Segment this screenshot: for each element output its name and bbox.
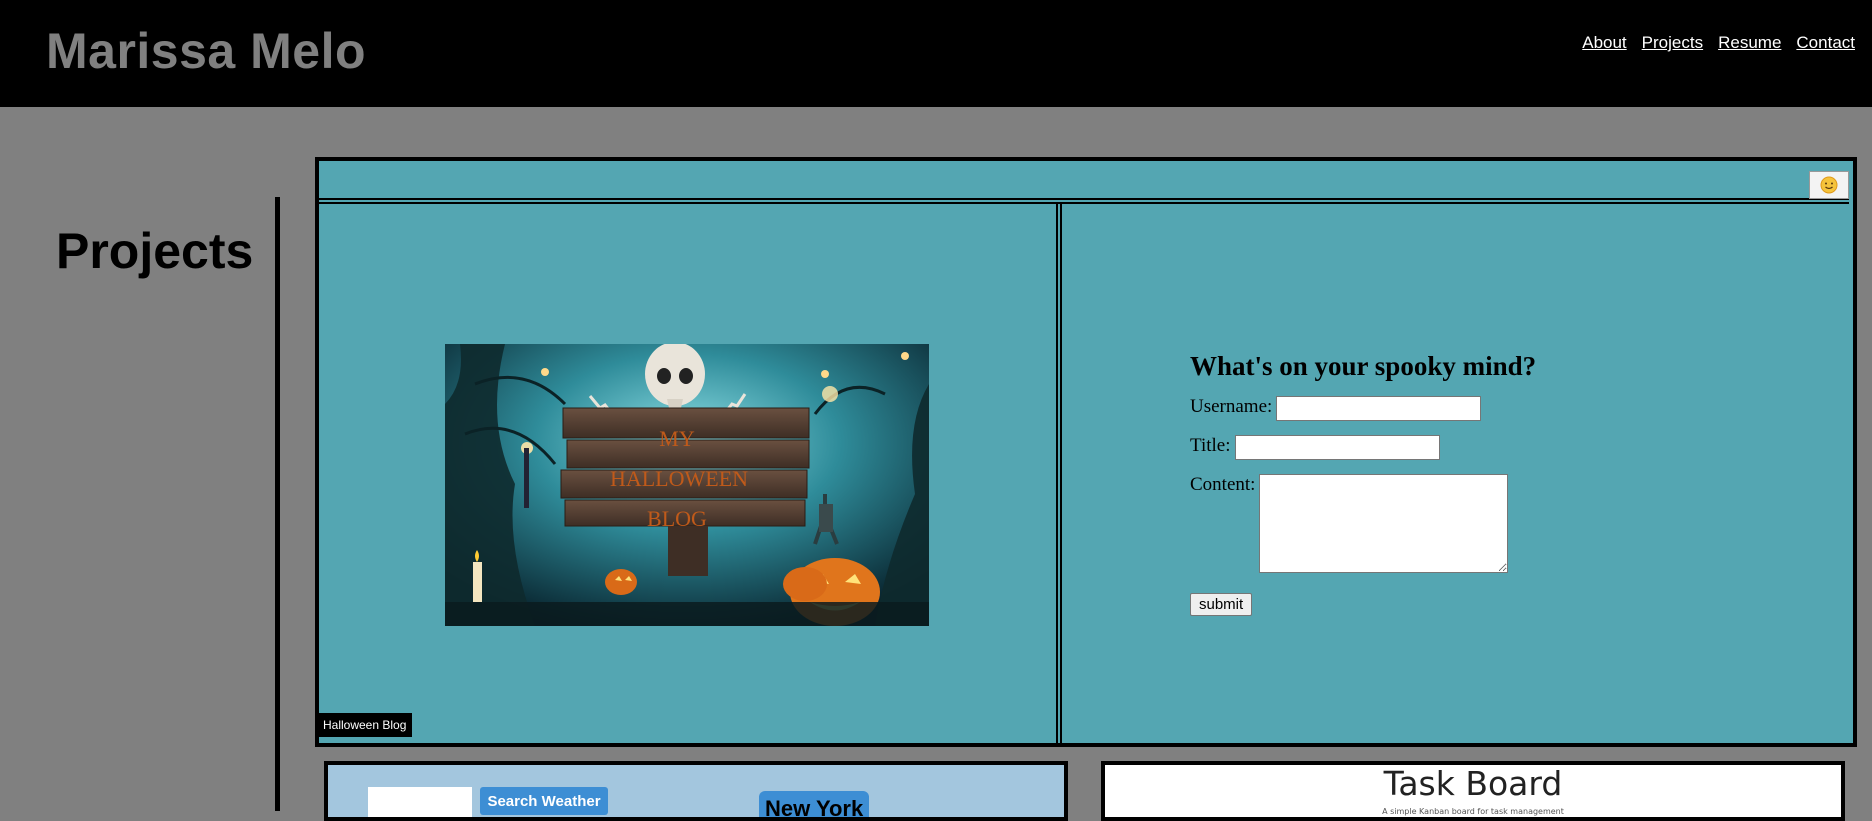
content-label: Content: — [1190, 474, 1256, 495]
title-input[interactable] — [1234, 435, 1440, 460]
halloween-blog-card: MY HALLOWEEN BLOG Halloween Blog What's … — [315, 157, 1857, 747]
nav-link-about[interactable]: About — [1582, 33, 1626, 53]
sign-text-line-1: MY — [659, 426, 695, 451]
vertical-divider — [275, 197, 280, 811]
toolbar-divider — [319, 198, 1849, 200]
nav-link-resume[interactable]: Resume — [1718, 33, 1781, 53]
form-heading: What's on your spooky mind? — [1190, 351, 1537, 381]
task-board-title: Task Board — [1383, 764, 1563, 803]
column-divider — [1056, 204, 1058, 743]
nav-link-contact[interactable]: Contact — [1796, 33, 1855, 53]
city-search-input[interactable] — [368, 787, 472, 817]
username-input[interactable] — [1276, 396, 1482, 421]
card-toolbar — [319, 161, 1853, 197]
sign-text-line-3: BLOG — [647, 506, 707, 531]
theme-toggle-button[interactable] — [1809, 171, 1849, 199]
username-label: Username: — [1190, 396, 1273, 417]
post-form: What's on your spooky mind? Username: Ti… — [1190, 351, 1536, 616]
column-divider — [1060, 204, 1062, 743]
halloween-blog-image: MY HALLOWEEN BLOG — [445, 344, 929, 626]
submit-button[interactable]: submit — [1190, 593, 1253, 616]
task-board-card[interactable]: Task Board A simple Kanban board for tas… — [1101, 761, 1845, 821]
site-title: Marissa Melo — [46, 23, 367, 79]
sign-text-line-2: HALLOWEEN — [610, 466, 748, 491]
site-header: Marissa Melo About Projects Resume Conta… — [0, 0, 1872, 107]
task-board-subtitle: A simple Kanban board for task managemen… — [1382, 807, 1564, 816]
project-caption: Halloween Blog — [317, 713, 413, 737]
title-row: Title: — [1190, 435, 1536, 460]
projects-heading: Projects — [56, 223, 254, 279]
toolbar-divider — [319, 202, 1849, 204]
halloween-scene-illustration: MY HALLOWEEN BLOG — [445, 344, 929, 626]
sun-emoji-icon — [1820, 176, 1838, 194]
title-label: Title: — [1190, 435, 1231, 456]
content-textarea[interactable] — [1259, 474, 1509, 573]
weather-dashboard-card[interactable]: Search Weather New York — [324, 761, 1068, 821]
nav-link-projects[interactable]: Projects — [1642, 33, 1703, 53]
city-name-badge: New York — [759, 791, 870, 817]
main-nav: About Projects Resume Contact — [1582, 33, 1855, 53]
content-row: Content: — [1190, 474, 1536, 573]
username-row: Username: — [1190, 396, 1536, 421]
